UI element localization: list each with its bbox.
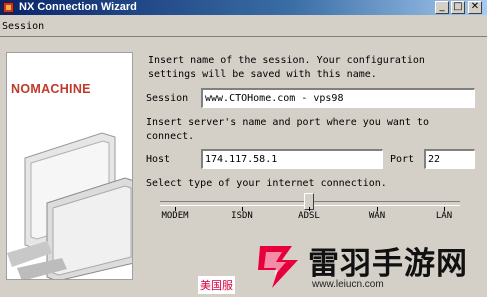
close-button[interactable]: ✕ bbox=[468, 1, 482, 14]
session-intro-line2: settings will be saved with this name. bbox=[148, 69, 377, 80]
host-input[interactable]: 174.117.58.1 bbox=[201, 149, 383, 169]
port-input[interactable]: 22 bbox=[424, 149, 475, 169]
nomachine-logo: NOMACHINE bbox=[11, 82, 91, 96]
watermark-url: www.leiucn.com bbox=[312, 279, 384, 290]
connection-type-intro: Select type of your internet connection. bbox=[146, 178, 387, 189]
title-bar: NX Connection Wizard _ □ ✕ bbox=[0, 0, 487, 15]
session-intro-line1: Insert name of the session. Your configu… bbox=[148, 55, 425, 66]
window-title: NX Connection Wizard bbox=[19, 1, 137, 13]
session-label: Session bbox=[146, 93, 189, 104]
watermark-logo-icon bbox=[258, 246, 298, 288]
connection-option-adsl: ADSL bbox=[298, 211, 320, 221]
watermark-brand: 雷羽手游网 bbox=[308, 246, 468, 282]
wizard-banner: NOMACHINE bbox=[6, 52, 133, 280]
connection-option-modem: MODEM bbox=[161, 211, 189, 221]
session-name-input[interactable]: www.CTOHome.com - vps98 bbox=[201, 88, 475, 108]
server-intro-line2: connect. bbox=[146, 131, 195, 142]
server-intro-line1: Insert server's name and port where you … bbox=[146, 117, 429, 128]
connection-option-lan: LAN bbox=[435, 211, 453, 221]
connection-option-wan: WAN bbox=[368, 211, 386, 221]
maximize-button[interactable]: □ bbox=[451, 1, 465, 14]
port-label: Port bbox=[390, 154, 415, 165]
watermark-tag: 美国服 bbox=[198, 276, 235, 294]
menu-bar: Session bbox=[0, 16, 487, 37]
nx-app-icon bbox=[3, 2, 14, 13]
menu-session[interactable]: Session bbox=[2, 21, 44, 32]
minimize-button[interactable]: _ bbox=[435, 1, 449, 14]
host-label: Host bbox=[146, 154, 171, 165]
connection-option-isdn: ISDN bbox=[231, 211, 253, 221]
